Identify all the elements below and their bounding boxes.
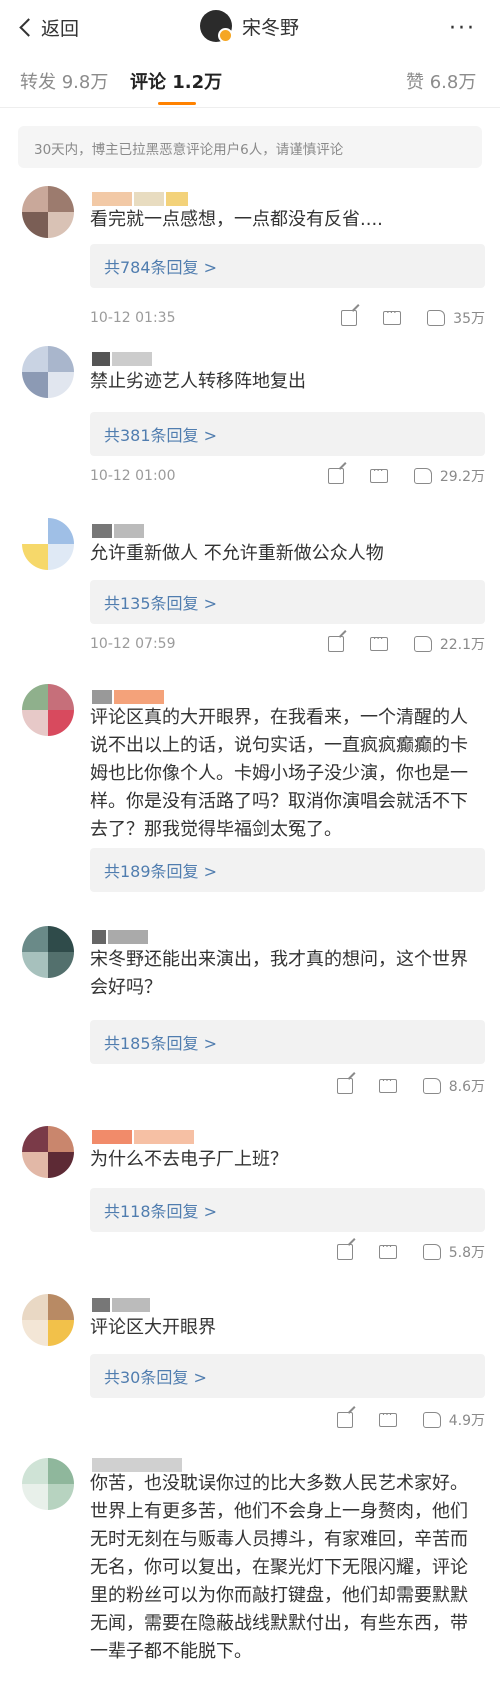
share-icon[interactable] <box>336 1244 353 1260</box>
username-blurred[interactable] <box>92 1126 242 1144</box>
timestamp: 10-12 01:00 <box>90 468 176 484</box>
tab-count: 6.8万 <box>429 72 477 93</box>
chevron-left-icon <box>19 18 38 37</box>
comment-icon[interactable] <box>383 306 402 325</box>
comment-text: 看完就一点感想，一点都没有反省.... <box>90 209 383 230</box>
share-icon[interactable] <box>336 1412 353 1428</box>
comment-icon[interactable] <box>369 632 388 651</box>
comment-icon[interactable] <box>378 1240 397 1259</box>
comment-text: 评论区大开眼界 <box>90 1317 216 1338</box>
timestamp: 10-12 01:35 <box>90 310 176 326</box>
like-count: 4.9万 <box>448 1413 485 1429</box>
comment-footer: 8.6万 <box>90 1074 485 1098</box>
tab-bar: 转发 9.8万 评论 1.2万 赞 6.8万 <box>0 56 500 108</box>
share-icon[interactable] <box>341 310 358 326</box>
comment-text: 宋冬野还能出来演出，我才真的想问，这个世界会好吗？ <box>90 949 468 998</box>
avatar[interactable] <box>22 518 74 570</box>
like-count: 8.6万 <box>448 1079 485 1095</box>
share-icon[interactable] <box>327 636 344 652</box>
active-tab-indicator <box>158 102 196 105</box>
blocked-users-notice: 30天内，博主已拉黑恶意评论用户6人，请谨慎评论 <box>18 126 482 168</box>
username-blurred[interactable] <box>92 926 242 944</box>
like-icon[interactable] <box>413 636 432 652</box>
share-icon[interactable] <box>327 468 344 484</box>
tab-count: 9.8万 <box>61 72 109 93</box>
comment-footer: 10-12 07:59 22.1万 <box>90 632 485 656</box>
like-icon[interactable] <box>422 1078 441 1094</box>
comment-icon[interactable] <box>378 1074 397 1093</box>
replies-link[interactable]: 共118条回复 > <box>90 1188 485 1232</box>
back-label: 返回 <box>41 18 80 40</box>
like-icon[interactable] <box>422 1412 441 1428</box>
avatar[interactable] <box>22 1458 74 1510</box>
comment-footer: 10-12 01:35 35万 <box>90 306 485 330</box>
tab-likes[interactable]: 赞 6.8万 <box>406 68 476 94</box>
replies-link[interactable]: 共135条回复 > <box>90 580 485 624</box>
like-count: 22.1万 <box>439 637 485 653</box>
top-bar: 返回 宋冬野 ··· <box>0 0 500 56</box>
comment-footer: 5.8万 <box>90 1240 485 1264</box>
username-blurred[interactable] <box>92 686 242 704</box>
comment-text: 允许重新做人 不允许重新做公众人物 <box>90 543 384 564</box>
like-icon[interactable] <box>413 468 432 484</box>
tab-label: 赞 <box>406 72 424 93</box>
like-icon[interactable] <box>427 310 446 326</box>
tab-count: 1.2万 <box>172 72 223 93</box>
username-blurred[interactable] <box>92 1294 242 1312</box>
replies-link[interactable]: 共189条回复 > <box>90 848 485 892</box>
timestamp: 10-12 07:59 <box>90 636 176 652</box>
share-icon[interactable] <box>336 1078 353 1094</box>
comment-footer: 4.9万 <box>90 1408 485 1432</box>
comment-text: 评论区真的大开眼界，在我看来，一个清醒的人说不出以上的话，说句实话，一直疯疯癫癫… <box>90 707 468 840</box>
avatar[interactable] <box>22 926 74 978</box>
replies-link[interactable]: 共381条回复 > <box>90 412 485 456</box>
like-count: 5.8万 <box>448 1245 485 1261</box>
replies-link[interactable]: 共784条回复 > <box>90 244 485 288</box>
profile-header[interactable]: 宋冬野 <box>200 10 300 43</box>
like-icon[interactable] <box>422 1244 441 1260</box>
avatar[interactable] <box>22 1126 74 1178</box>
comment-text: 你苦，也没耽误你过的比大多数人民艺术家好。世界上有更多苦，他们不会身上一身赘肉，… <box>90 1473 468 1662</box>
username-blurred[interactable] <box>92 520 242 538</box>
tab-label: 转发 <box>20 72 56 93</box>
avatar[interactable] <box>22 1294 74 1346</box>
comment-text: 禁止劣迹艺人转移阵地复出 <box>90 371 306 392</box>
back-button[interactable]: 返回 <box>19 14 80 41</box>
avatar[interactable] <box>22 186 74 238</box>
more-icon[interactable]: ··· <box>449 16 476 41</box>
avatar[interactable] <box>22 684 74 736</box>
comment-footer: 10-12 01:00 29.2万 <box>90 464 485 488</box>
comment-text: 为什么不去电子厂上班？ <box>90 1149 288 1170</box>
username-blurred[interactable] <box>92 188 242 206</box>
replies-link[interactable]: 共185条回复 > <box>90 1020 485 1064</box>
avatar[interactable] <box>22 346 74 398</box>
comment-icon[interactable] <box>369 464 388 483</box>
page-title: 宋冬野 <box>242 16 300 39</box>
tab-label: 评论 <box>130 72 166 93</box>
comment-icon[interactable] <box>378 1408 397 1427</box>
like-count: 29.2万 <box>439 469 485 485</box>
replies-link[interactable]: 共30条回复 > <box>90 1354 485 1398</box>
avatar[interactable] <box>200 10 233 43</box>
username-blurred[interactable] <box>92 348 242 366</box>
tab-comments[interactable]: 评论 1.2万 <box>130 68 222 94</box>
like-count: 35万 <box>453 311 485 327</box>
tab-reposts[interactable]: 转发 9.8万 <box>20 68 108 94</box>
